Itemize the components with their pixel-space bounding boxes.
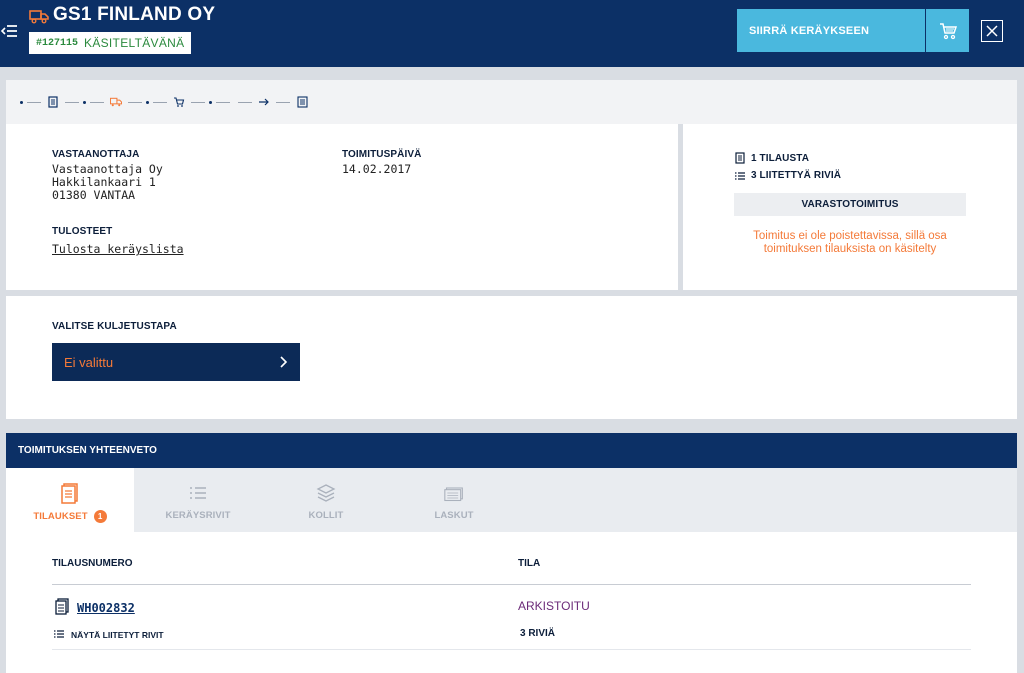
tab-orders[interactable]: TILAUKSET 1 bbox=[6, 468, 134, 532]
delivery-date-label: TOIMITUSPÄIVÄ bbox=[342, 149, 422, 160]
cart-icon bbox=[173, 96, 185, 108]
recipient-label: VASTAANOTTAJA bbox=[52, 149, 140, 160]
truck-icon bbox=[110, 96, 122, 108]
tab-packages-label: KOLLIT bbox=[308, 510, 344, 521]
transport-label: VALITSE KULJETUSTAPA bbox=[52, 321, 177, 332]
menu-icon[interactable] bbox=[0, 20, 20, 42]
document-icon bbox=[47, 96, 59, 108]
company-name: GS1 FINLAND OY bbox=[53, 4, 216, 25]
order-status: ARKISTOITU bbox=[518, 599, 590, 613]
print-picking-list-link[interactable]: Tulosta keräyslista bbox=[52, 243, 184, 256]
document-icon bbox=[55, 598, 69, 615]
overview-header: TOIMITUKSEN YHTEENVETO bbox=[6, 433, 1017, 468]
step-dot bbox=[146, 100, 149, 104]
warning-text: Toimitus ei ole poistettavissa, sillä os… bbox=[753, 230, 947, 255]
attached-rows-count: 3 LIITETTYÄ RIVIÄ bbox=[751, 170, 842, 181]
move-to-picking-button[interactable]: SIIRRÄ KERÄYKSEEN bbox=[737, 9, 925, 52]
orders-table: TILAUSNUMERO TILA WH002832 ARKISTOITU NÄ… bbox=[6, 532, 1017, 673]
orders-count-row: 1 TILAUSTA bbox=[735, 152, 809, 164]
progress-steps bbox=[6, 80, 1017, 124]
recipient-city: 01380 VANTAA bbox=[52, 188, 136, 202]
prints-label: TULOSTEET bbox=[52, 226, 113, 237]
list-icon bbox=[190, 487, 206, 499]
transport-panel: VALITSE KULJETUSTAPA Ei valittu bbox=[6, 296, 1017, 419]
divider bbox=[52, 649, 971, 650]
step-dot bbox=[83, 100, 86, 104]
step-dot bbox=[209, 100, 212, 104]
orders-count: 1 TILAUSTA bbox=[751, 152, 810, 164]
tab-packages[interactable]: KOLLIT bbox=[262, 468, 390, 532]
transport-selected-value: Ei valittu bbox=[64, 354, 114, 370]
invoice-icon bbox=[444, 487, 463, 502]
layers-icon bbox=[316, 484, 336, 502]
tab-orders-label: TILAUKSET bbox=[33, 511, 88, 522]
arrow-right-icon bbox=[258, 96, 270, 108]
tab-picking-rows[interactable]: KERÄYSRIVIT bbox=[134, 468, 262, 532]
cart-icon bbox=[939, 22, 957, 39]
tab-invoices[interactable]: LASKUT bbox=[390, 468, 518, 532]
step-dot bbox=[20, 100, 23, 104]
rows-count-row: 3 LIITETTYÄ RIVIÄ bbox=[735, 170, 841, 181]
show-attached-rows-link[interactable]: NÄYTÄ LIITETYT RIVIT bbox=[71, 630, 164, 640]
status-badge: #127115 KÄSITELTÄVÄNÄ bbox=[29, 32, 192, 54]
delivery-summary-panel: 1 TILAUSTA 3 LIITETTYÄ RIVIÄ VARASTOTOIM… bbox=[683, 124, 1017, 290]
overview-tabs: TILAUKSET 1 KERÄYSRIVIT KOLLIT LASKUT bbox=[6, 468, 1017, 532]
chevron-right-icon bbox=[280, 356, 288, 368]
orders-badge: 1 bbox=[93, 510, 107, 523]
tab-invoices-label: LASKUT bbox=[434, 510, 474, 521]
tab-picking-rows-label: KERÄYSRIVIT bbox=[165, 510, 231, 521]
delivery-type-badge: VARASTOTOIMITUS bbox=[734, 193, 966, 216]
column-header-order-number: TILAUSNUMERO bbox=[52, 558, 133, 569]
row-count: 3 RIVIÄ bbox=[520, 628, 556, 639]
list-icon bbox=[54, 630, 64, 638]
document-icon bbox=[735, 152, 745, 164]
document-icon bbox=[61, 483, 78, 504]
transport-select[interactable]: Ei valittu bbox=[52, 343, 300, 381]
cart-button[interactable] bbox=[926, 9, 969, 52]
delivery-info-panel: VASTAANOTTAJA Vastaanottaja Oy Hakkilank… bbox=[6, 124, 678, 290]
order-number-link[interactable]: WH002832 bbox=[77, 601, 135, 615]
app-header: GS1 FINLAND OY #127115 KÄSITELTÄVÄNÄ SII… bbox=[0, 0, 1024, 67]
delivery-date: 14.02.2017 bbox=[342, 162, 412, 176]
status-text: KÄSITELTÄVÄNÄ bbox=[84, 36, 185, 50]
truck-icon bbox=[29, 8, 49, 24]
close-icon bbox=[986, 25, 998, 37]
divider bbox=[52, 584, 971, 585]
list-icon bbox=[735, 171, 745, 180]
order-id: #127115 bbox=[36, 37, 79, 49]
column-header-status: TILA bbox=[518, 558, 541, 569]
invoice-icon bbox=[296, 96, 308, 108]
close-button[interactable] bbox=[981, 20, 1003, 42]
